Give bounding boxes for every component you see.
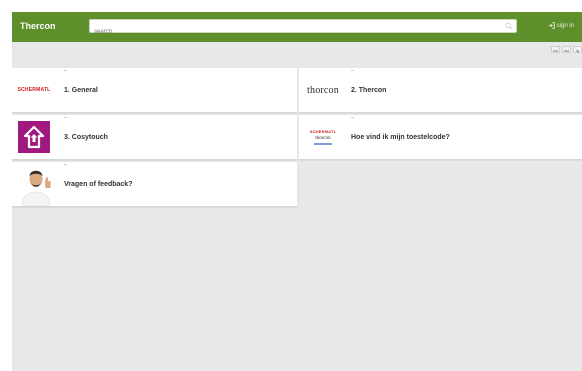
thorcon-logo: thorcon — [315, 136, 331, 141]
card-label: 1. General — [64, 86, 98, 94]
top-bar: Thercon sign in — [12, 12, 582, 42]
card-label: 2. Thercon — [351, 86, 387, 94]
card-label: Hoe vind ik mijn toestelcode? — [351, 133, 450, 141]
cosytouch-logo-icon — [18, 121, 50, 153]
app-window: Thercon sign in sm md lg SCHERMATL 1. Ge… — [12, 12, 582, 371]
thorcon-logo: thorcon — [307, 84, 339, 96]
category-card-feedback[interactable]: Vragen of feedback? — [12, 162, 297, 207]
card-label: 3. Cosytouch — [64, 133, 108, 141]
size-small-button[interactable]: sm — [551, 46, 560, 53]
category-card-cosytouch[interactable]: 3. Cosytouch — [12, 115, 297, 160]
card-label: Vragen of feedback? — [64, 180, 133, 188]
code-sticker-icon — [314, 143, 332, 145]
size-medium-button[interactable]: md — [562, 46, 571, 53]
schermatl-logo: SCHERMATL — [309, 129, 337, 134]
category-card-general[interactable]: SCHERMATL 1. General — [12, 68, 297, 113]
card-thumbnail: SCHERMATL — [12, 68, 58, 112]
category-card-thercon[interactable]: thorcon 2. Thercon — [299, 68, 582, 113]
search-icon[interactable] — [505, 22, 513, 30]
search-box[interactable] — [89, 19, 517, 38]
app-title[interactable]: Thercon — [20, 21, 56, 31]
category-card-toestelcode[interactable]: SCHERMATL thorcon Hoe vind ik mijn toest… — [299, 115, 582, 160]
sign-in-icon — [548, 22, 555, 29]
card-thumbnail: SCHERMATL thorcon — [301, 115, 345, 159]
sign-in-label: sign in — [556, 22, 574, 29]
sign-in-link[interactable]: sign in — [548, 22, 574, 29]
schermatl-logo: SCHERMATL — [17, 87, 51, 93]
card-thumbnail — [14, 162, 58, 206]
size-large-button[interactable]: lg — [573, 46, 582, 53]
text-size-controls: sm md lg — [551, 46, 582, 53]
card-thumbnail: thorcon — [299, 68, 347, 112]
card-thumbnail — [12, 115, 56, 159]
search-input[interactable] — [90, 26, 508, 38]
person-thumbs-up-icon — [16, 162, 56, 206]
